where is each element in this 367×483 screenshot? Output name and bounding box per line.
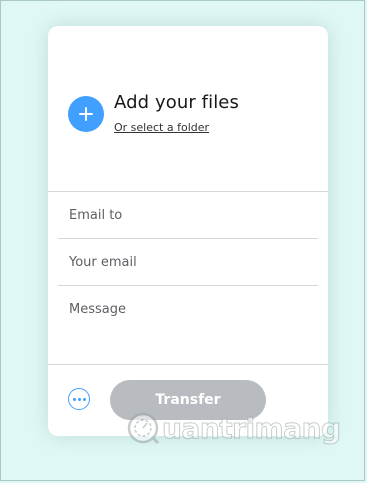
transfer-card: Add your files Or select a folder Transf… (48, 26, 328, 436)
message-input[interactable] (58, 286, 318, 364)
your-email-field-row (58, 239, 318, 286)
email-to-field-row (58, 192, 318, 239)
message-field-row (58, 286, 318, 364)
watermark-logo-icon (127, 412, 160, 445)
watermark: uantrimang (126, 408, 342, 448)
email-to-input[interactable] (58, 192, 318, 238)
divider (48, 364, 328, 365)
watermark-text: uantrimang (162, 411, 342, 445)
add-files-button[interactable] (68, 96, 104, 132)
select-folder-link[interactable]: Or select a folder (114, 121, 209, 134)
your-email-input[interactable] (58, 239, 318, 285)
more-options-icon[interactable] (68, 388, 90, 410)
add-files-title: Add your files (114, 92, 239, 113)
